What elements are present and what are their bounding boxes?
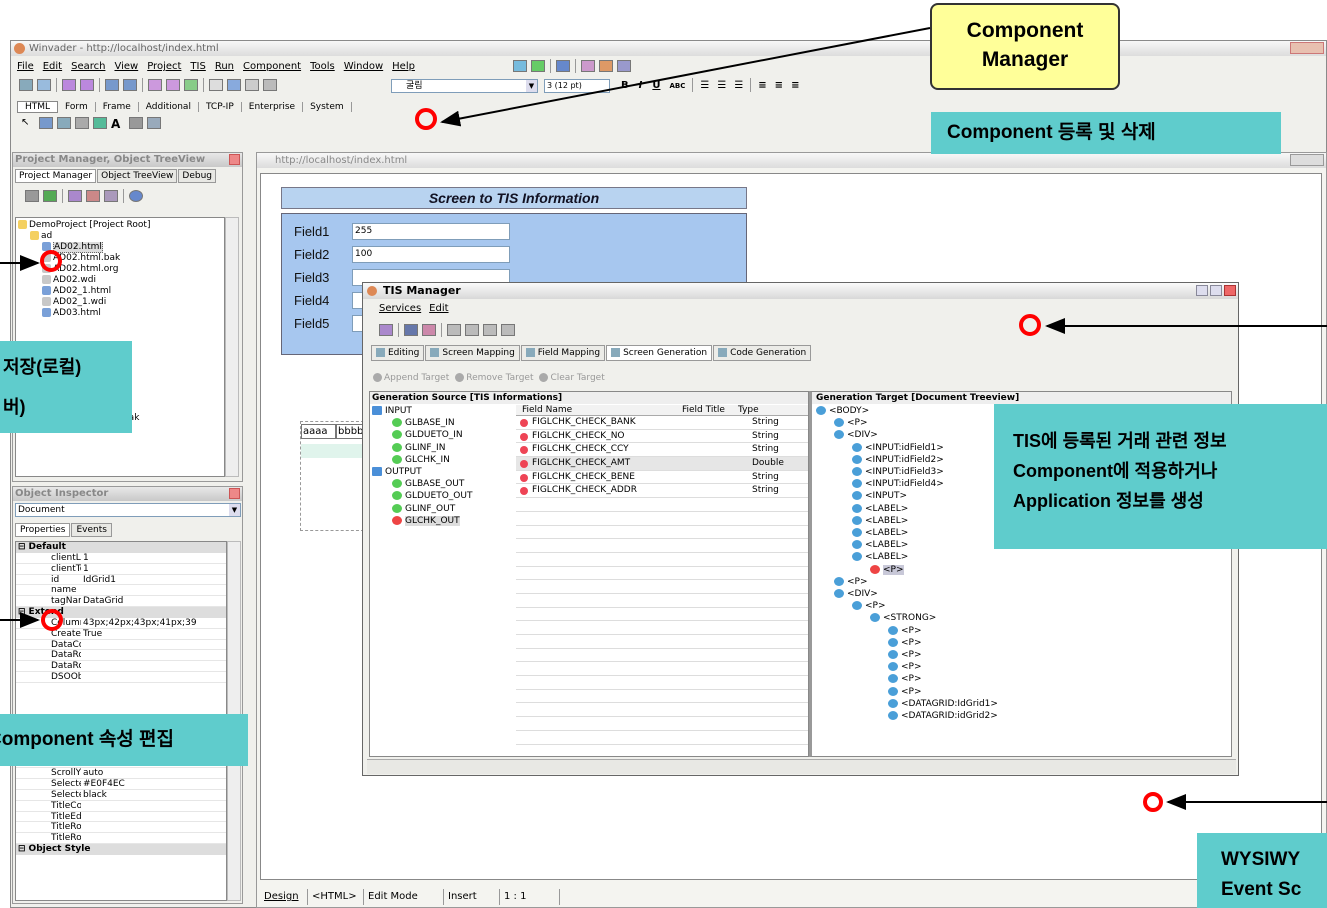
callout-arrows: [0, 27, 1327, 810]
